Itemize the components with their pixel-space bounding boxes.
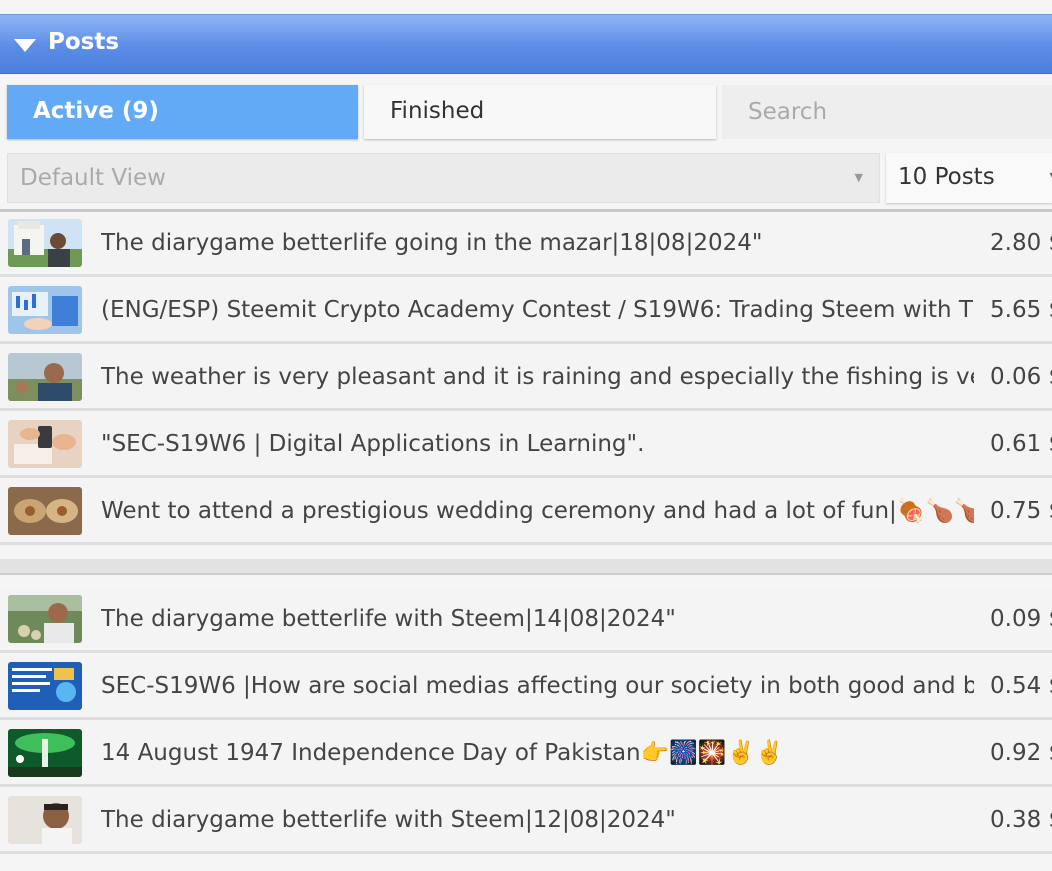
post-title[interactable]: SEC-S19W6 |How are social medias affecti… (101, 655, 974, 717)
phone-learning-thumbnail (8, 420, 82, 468)
post-title[interactable]: The diarygame betterlife with Steem|14|0… (101, 588, 974, 650)
post-row[interactable]: Went to attend a prestigious wedding cer… (0, 480, 1052, 545)
post-row[interactable]: The diarygame betterlife with Steem|12|0… (0, 789, 1052, 854)
post-payout: 0.92 $ (990, 740, 1052, 766)
dropdown-arrow-icon: ▼ (854, 171, 863, 184)
post-title[interactable]: Went to attend a prestigious wedding cer… (101, 480, 974, 542)
independence-day-thumbnail (8, 729, 82, 777)
post-row[interactable]: The diarygame betterlife going in the ma… (0, 212, 1052, 277)
post-row[interactable]: 14 August 1947 Independence Day of Pakis… (0, 722, 1052, 787)
post-row[interactable]: The diarygame betterlife with Steem|14|0… (0, 588, 1052, 653)
post-payout: 0.06 $ (990, 364, 1052, 390)
diary-selfie-thumbnail (8, 595, 82, 643)
view-select-value: Default View (20, 165, 166, 191)
post-payout: 2.80 $ (990, 230, 1052, 256)
post-row[interactable]: The weather is very pleasant and it is r… (0, 346, 1052, 411)
post-payout: 0.09 $ (990, 606, 1052, 632)
post-title[interactable]: The diarygame betterlife with Steem|12|0… (101, 789, 974, 851)
post-row[interactable]: SEC-S19W6 |How are social medias affecti… (0, 655, 1052, 720)
portrait-thumbnail (8, 796, 82, 844)
post-row[interactable]: (ENG/ESP) Steemit Crypto Academy Contest… (0, 279, 1052, 344)
post-title[interactable]: 14 August 1947 Independence Day of Pakis… (101, 722, 974, 784)
post-payout: 0.75 $ (990, 498, 1052, 524)
post-title[interactable]: (ENG/ESP) Steemit Crypto Academy Contest… (101, 279, 974, 341)
wedding-food-thumbnail (8, 487, 82, 535)
post-title[interactable]: The diarygame betterlife going in the ma… (101, 212, 974, 274)
posts-count-value: 10 Posts (898, 164, 995, 190)
post-payout: 0.54 $ (990, 673, 1052, 699)
post-payout: 0.38 $ (990, 807, 1052, 833)
trading-thumbnail (8, 286, 82, 334)
post-row[interactable]: "SEC-S19W6 | Digital Applications in Lea… (0, 413, 1052, 478)
post-payout: 0.61 $ (990, 431, 1052, 457)
caret-down-icon[interactable] (14, 39, 36, 52)
post-title[interactable]: "SEC-S19W6 | Digital Applications in Lea… (101, 413, 974, 475)
group-separator (0, 559, 1052, 575)
posts-count-select[interactable]: 10 Posts ▼ (886, 153, 1052, 203)
mazar-photo-thumbnail (8, 219, 82, 267)
post-payout: 5.65 $ (990, 297, 1052, 323)
selfie-thumbnail (8, 353, 82, 401)
posts-panel-header[interactable]: Posts (0, 14, 1052, 74)
panel-title: Posts (48, 29, 120, 55)
search-input[interactable] (722, 85, 1052, 139)
post-title[interactable]: The weather is very pleasant and it is r… (101, 346, 974, 408)
view-select[interactable]: Default View ▼ (7, 153, 880, 203)
tab-finished[interactable]: Finished (364, 85, 716, 139)
tab-active[interactable]: Active (9) (7, 85, 358, 139)
social-media-thumbnail (8, 662, 82, 710)
